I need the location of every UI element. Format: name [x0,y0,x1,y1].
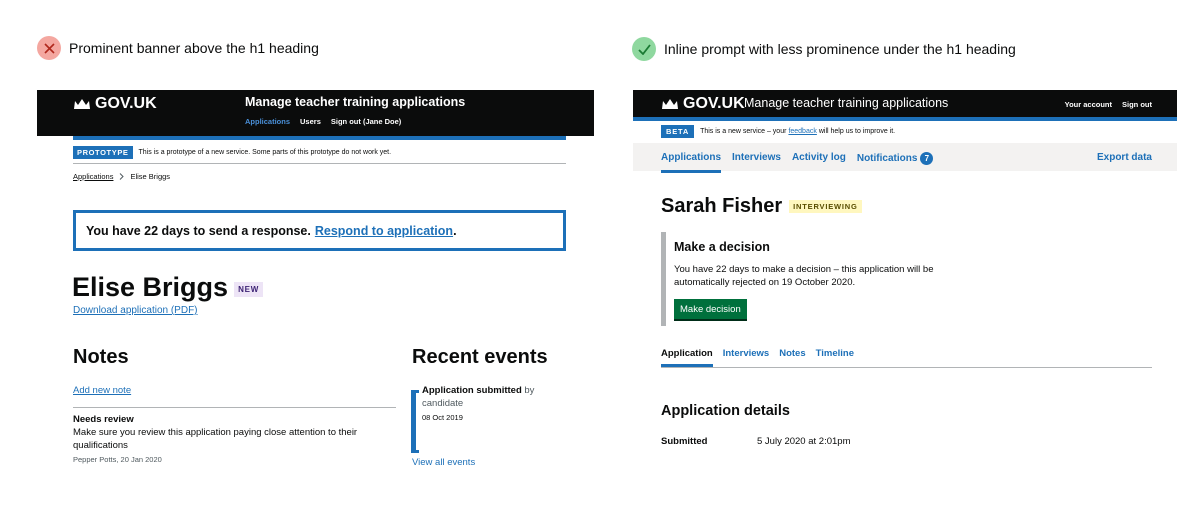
nav-applications[interactable]: Applications [245,117,290,126]
header-nav: Applications Users Sign out (Jane Doe) [245,117,401,126]
service-name[interactable]: Manage teacher training applications [245,95,465,109]
download-link[interactable]: Download application (PDF) [73,305,198,316]
timeline-cap [411,390,419,393]
right-header: GOV.UK Manage teacher training applicati… [633,90,1177,117]
banner-text: You have 22 days to send a response. [86,223,311,238]
sign-out-link[interactable]: Sign out [1122,100,1152,109]
nav-interviews[interactable]: Interviews [732,152,781,165]
check-icon [632,37,656,61]
status-badge: NEW [234,282,264,297]
breadcrumb: Applications Elise Briggs [73,172,170,181]
breadcrumb-current: Elise Briggs [130,172,171,181]
export-data-link[interactable]: Export data [1097,152,1152,163]
divider [73,407,396,408]
notes-heading: Notes [73,346,129,368]
decision-heading: Make a decision [674,240,770,254]
event-date: 08 Oct 2019 [422,413,463,422]
nav-sign-out[interactable]: Sign out (Jane Doe) [331,117,401,126]
note-title: Needs review [73,414,134,425]
view-all-events-link[interactable]: View all events [412,457,475,466]
tab-notes[interactable]: Notes [779,348,805,359]
note-meta: Pepper Potts, 20 Jan 2020 [73,455,162,464]
response-banner: You have 22 days to send a response. Res… [73,210,566,251]
left-header: GOV.UK Manage teacher training applicati… [37,90,594,136]
good-caption-text: Inline prompt with less prominence under… [664,41,1016,57]
nav-activity-log[interactable]: Activity log [792,152,846,165]
chevron-right-icon [120,173,125,180]
submitted-value: 5 July 2020 at 2:01pm [757,436,851,447]
bad-example-caption: Prominent banner above the h1 heading [37,36,319,60]
phase-tag: BETA [661,125,695,138]
inset-border [661,232,666,326]
nav-notifications-label: Notifications [856,153,918,165]
timeline-bar [411,390,416,453]
crown-icon [662,99,678,109]
phase-banner: PROTOTYPE This is a prototype of a new s… [73,146,391,159]
status-badge: INTERVIEWING [789,200,862,213]
phase-tag: PROTOTYPE [73,146,133,159]
cross-icon [37,36,61,60]
phase-post: will help us to improve it. [818,128,896,135]
tab-interviews[interactable]: Interviews [723,348,769,359]
divider [73,163,566,164]
breadcrumb-applications[interactable]: Applications [73,172,113,181]
govuk-logo-text: GOV.UK [95,95,157,112]
candidate-name: Elise Briggs [72,272,229,302]
sub-nav-tabs: Application Interviews Notes Timeline [661,348,854,367]
event-title: Application submitted [422,385,522,396]
candidate-name: Sarah Fisher [661,195,783,217]
header-blue-bar [73,136,566,140]
make-decision-button[interactable]: Make decision [674,299,747,319]
govuk-logo[interactable]: GOV.UK [661,95,745,113]
service-name[interactable]: Manage teacher training applications [744,96,948,110]
tab-application[interactable]: Application [661,348,713,367]
nav-users[interactable]: Users [300,117,321,126]
govuk-logo[interactable]: GOV.UK [73,95,157,113]
nav-applications[interactable]: Applications [661,152,722,173]
note-body: Make sure you review this application pa… [73,427,358,451]
banner-end: . [453,223,457,238]
nav-notifications[interactable]: Notifications 7 [857,152,934,165]
divider [661,367,1152,368]
timeline-cap [411,450,419,453]
tab-timeline[interactable]: Timeline [816,348,854,359]
feedback-link[interactable]: feedback [788,128,816,135]
bad-caption-text: Prominent banner above the h1 heading [69,40,319,56]
phase-banner: BETA This is a new service – your feedba… [661,125,895,138]
event-item: Application submitted by candidate [422,385,540,410]
phase-text: This is a prototype of a new service. So… [138,149,392,156]
respond-link[interactable]: Respond to application [315,224,453,238]
header-blue-bar [633,117,1177,121]
add-note-link[interactable]: Add new note [73,385,131,396]
primary-nav: Applications Interviews Activity log Not… [633,143,1177,173]
your-account-link[interactable]: Your account [1065,100,1112,109]
account-nav: Your account Sign out [1065,100,1152,109]
page-title: Elise Briggs NEW [72,272,264,303]
submitted-label: Submitted [661,436,708,447]
phase-pre: This is a new service – your [700,128,787,135]
govuk-logo-text: GOV.UK [683,95,745,112]
crown-icon [74,99,90,109]
good-example-caption: Inline prompt with less prominence under… [632,37,1016,61]
details-heading: Application details [661,403,790,419]
decision-text: You have 22 days to make a decision – th… [674,264,934,288]
notification-count-badge: 7 [920,152,934,165]
events-heading: Recent events [412,346,548,368]
page-title: Sarah Fisher INTERVIEWING [661,195,862,218]
